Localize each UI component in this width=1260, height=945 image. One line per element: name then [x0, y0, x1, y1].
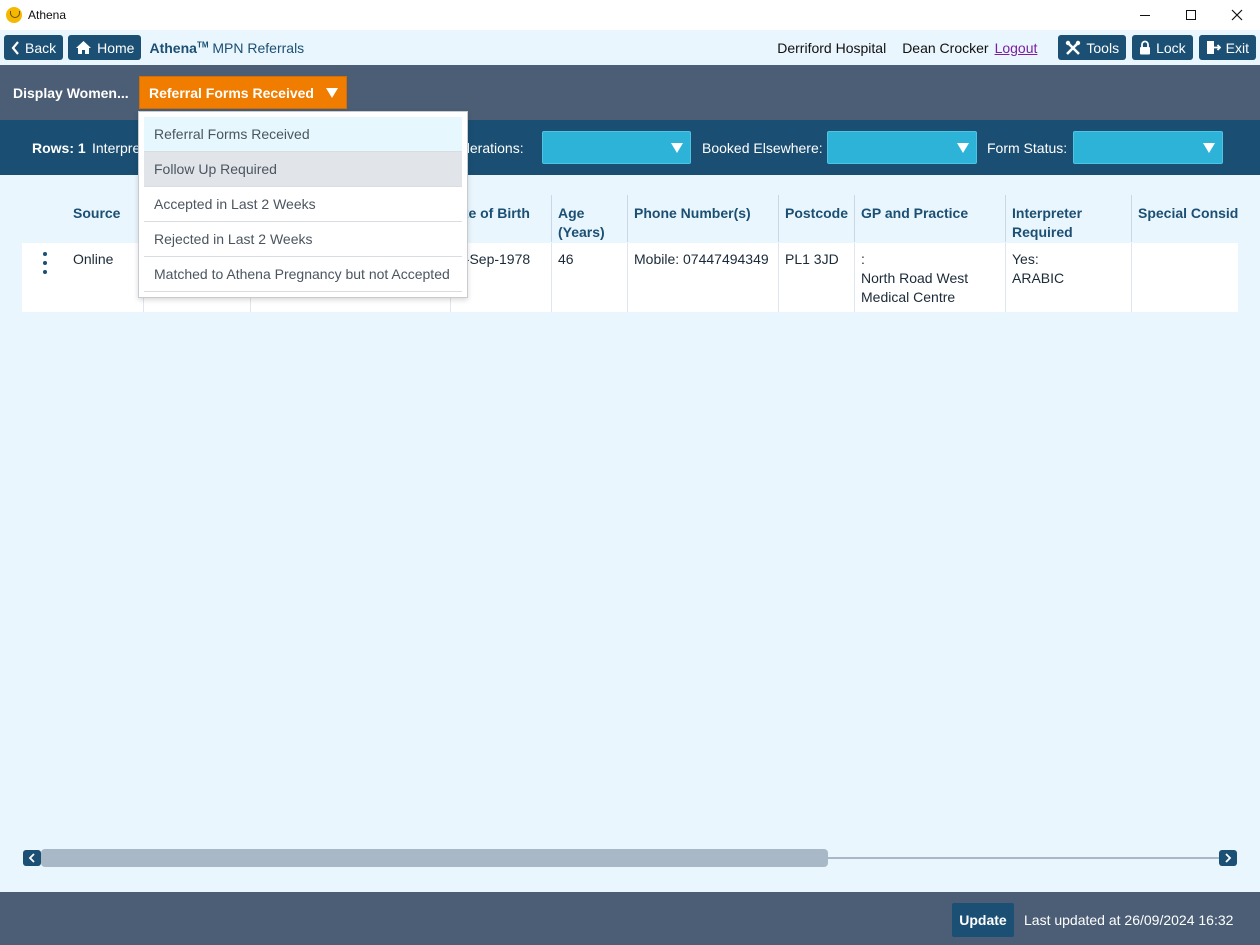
minimize-button[interactable]	[1122, 0, 1168, 30]
considerations-select[interactable]	[542, 131, 691, 164]
home-icon	[76, 41, 92, 54]
tools-label: Tools	[1086, 39, 1120, 56]
dropdown-option-rejected[interactable]: Rejected in Last 2 Weeks	[144, 222, 462, 257]
cell-gp: : North Road West Medical Centre	[854, 243, 1005, 312]
lock-button[interactable]: Lock	[1132, 35, 1193, 60]
dropdown-option-accepted[interactable]: Accepted in Last 2 Weeks	[144, 187, 462, 222]
home-button[interactable]: Home	[68, 35, 142, 60]
window-title: Athena	[28, 8, 67, 22]
chevron-left-icon	[11, 40, 19, 55]
update-button[interactable]: Update	[952, 903, 1014, 937]
column-header-postcode[interactable]: Postcode	[778, 195, 854, 242]
home-label: Home	[97, 39, 135, 56]
close-icon	[1231, 9, 1243, 21]
page-name: MPN Referrals	[212, 39, 305, 56]
row-menu-icon[interactable]	[40, 252, 50, 278]
form-status-label: Form Status:	[987, 140, 1068, 156]
brand-name: Athena	[149, 39, 197, 56]
exit-icon	[1206, 41, 1221, 54]
dropdown-option-matched[interactable]: Matched to Athena Pregnancy but not Acce…	[144, 257, 462, 292]
booked-elsewhere-label: Booked Elsewhere:	[702, 140, 823, 156]
footer-bar: Update Last updated at 26/09/2024 16:32	[0, 892, 1260, 945]
athena-logo-icon	[6, 7, 22, 23]
lock-label: Lock	[1156, 39, 1186, 56]
tools-button[interactable]: Tools	[1058, 35, 1127, 60]
cell-interpreter: Yes: ARABIC	[1005, 243, 1131, 312]
dropdown-option-follow-up[interactable]: Follow Up Required	[144, 152, 462, 187]
column-header-gp[interactable]: GP and Practice	[854, 195, 1005, 242]
dropdown-arrow-icon	[671, 143, 683, 153]
booked-elsewhere-select[interactable]	[827, 131, 977, 164]
column-header-special[interactable]: Special Consid	[1131, 195, 1238, 242]
chevron-right-icon	[1225, 853, 1232, 863]
form-status-select[interactable]	[1073, 131, 1223, 164]
maximize-icon	[1186, 10, 1196, 20]
close-button[interactable]	[1214, 0, 1260, 30]
column-header-interpreter[interactable]: Interpreter Required	[1005, 195, 1131, 242]
interpreter-filter-label: Interpre	[92, 140, 141, 156]
back-button[interactable]: Back	[4, 35, 64, 60]
lock-icon	[1140, 40, 1151, 55]
scroll-thumb[interactable]	[41, 849, 828, 867]
cell-postcode: PL1 3JD	[778, 243, 854, 312]
user-name: Dean Crocker	[902, 39, 989, 56]
column-header-phone[interactable]: Phone Number(s)	[627, 195, 778, 242]
dropdown-option-referral-forms[interactable]: Referral Forms Received	[144, 117, 462, 152]
display-women-dropdown: Referral Forms Received Follow Up Requir…	[138, 111, 468, 298]
maximize-button[interactable]	[1168, 0, 1214, 30]
cell-special	[1131, 243, 1238, 312]
scroll-right-button[interactable]	[1219, 850, 1237, 866]
back-label: Back	[25, 39, 57, 56]
considerations-filter-label: iderations:	[459, 140, 524, 156]
column-header-source[interactable]: Source	[67, 195, 142, 242]
brand-trademark: TM	[196, 39, 209, 49]
display-women-value: Referral Forms Received	[149, 84, 314, 101]
cell-age: 46	[551, 243, 627, 312]
dropdown-arrow-icon	[957, 143, 969, 153]
scroll-left-button[interactable]	[23, 850, 41, 866]
last-updated-text: Last updated at 26/09/2024 16:32	[1024, 912, 1234, 928]
minimize-icon	[1140, 14, 1150, 16]
column-header-age[interactable]: Age (Years)	[551, 195, 627, 242]
display-women-label: Display Women...	[13, 85, 129, 101]
chevron-left-icon	[28, 853, 35, 863]
tools-icon	[1066, 40, 1081, 55]
nav-right: Derriford Hospital Dean Crocker Logout T…	[777, 30, 1256, 65]
dropdown-arrow-icon	[1203, 143, 1215, 153]
logout-link[interactable]: Logout	[995, 40, 1038, 56]
row-count: Rows: 1	[32, 140, 86, 156]
horizontal-scrollbar[interactable]	[22, 849, 1238, 867]
display-women-select[interactable]: Referral Forms Received	[139, 76, 347, 109]
nav-bar: Back Home AthenaTM MPN Referrals Derrifo…	[0, 30, 1260, 65]
hospital-name: Derriford Hospital	[777, 39, 887, 56]
title-bar: Athena	[0, 0, 1260, 30]
exit-button[interactable]: Exit	[1198, 35, 1256, 60]
dropdown-arrow-icon	[326, 88, 338, 98]
exit-label: Exit	[1225, 39, 1249, 56]
window-controls	[1122, 0, 1260, 30]
page-title: AthenaTM MPN Referrals	[149, 40, 304, 56]
cell-source: Online	[73, 251, 114, 267]
cell-phone: Mobile: 07447494349	[627, 243, 778, 312]
